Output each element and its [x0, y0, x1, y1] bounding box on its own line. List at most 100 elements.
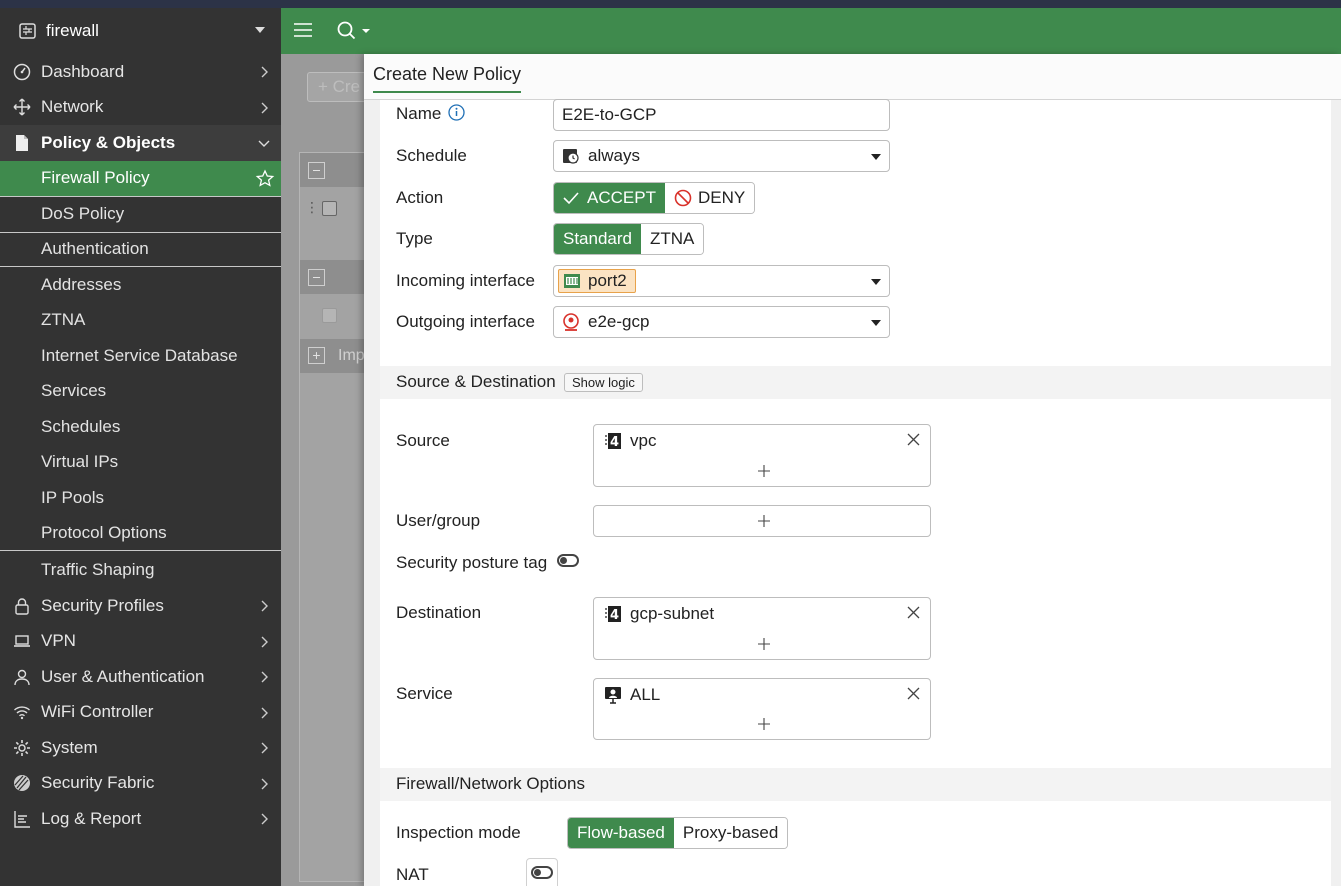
sidebar-item-system[interactable]: System — [0, 730, 281, 766]
sidebar-item-vpn[interactable]: VPN — [0, 624, 281, 660]
action-accept-label: ACCEPT — [587, 188, 656, 207]
security-posture-toggle[interactable] — [557, 554, 579, 567]
sidebar-item-label: Security Profiles — [41, 595, 164, 615]
drag-handle-icon[interactable]: ⋮ — [305, 199, 319, 216]
table-group-header[interactable] — [300, 260, 366, 294]
sidebar-item-network[interactable]: Network — [0, 90, 281, 126]
inspection-mode-label: Inspection mode — [396, 823, 521, 842]
sidebar-sub-ztna[interactable]: ZTNA — [0, 303, 281, 339]
sidebar-sub-label: DoS Policy — [41, 204, 125, 224]
sidebar-sub-protocol-options[interactable]: Protocol Options — [0, 516, 281, 551]
action-toggle-group: ACCEPT DENY — [553, 182, 756, 214]
info-icon[interactable] — [448, 104, 465, 121]
sidebar-item-dashboard[interactable]: Dashboard — [0, 54, 281, 90]
row-checkbox[interactable] — [322, 308, 337, 323]
incoming-interface-dropdown[interactable]: port2 — [553, 265, 890, 297]
row-checkbox[interactable] — [322, 201, 337, 216]
action-accept-button[interactable]: ACCEPT — [554, 183, 665, 213]
nat-toggle[interactable] — [531, 866, 553, 879]
inspection-flow-button[interactable]: Flow-based — [568, 818, 674, 848]
ipv4-address-icon: 4 — [605, 433, 621, 450]
chevron-right-icon — [261, 636, 268, 647]
check-icon — [563, 192, 579, 205]
add-icon[interactable] — [758, 515, 770, 527]
create-new-label: Cre — [332, 77, 361, 96]
chevron-right-icon — [261, 742, 268, 754]
svg-text:4: 4 — [610, 608, 619, 623]
destination-select[interactable]: 4 gcp-subnet — [593, 597, 931, 660]
schedule-value: always — [588, 146, 640, 165]
close-icon[interactable] — [907, 433, 920, 446]
source-select[interactable]: 4 vpc — [593, 424, 931, 487]
type-standard-button[interactable]: Standard — [554, 224, 641, 254]
device-name: firewall — [46, 21, 99, 40]
firewall-icon — [19, 23, 36, 39]
sidebar-sub-label: ZTNA — [41, 310, 86, 330]
schedule-dropdown[interactable]: always — [553, 140, 890, 172]
sidebar-sub-label: Addresses — [41, 274, 122, 294]
close-icon[interactable] — [907, 687, 920, 700]
usergroup-select[interactable] — [593, 505, 931, 537]
add-icon[interactable] — [758, 465, 770, 477]
sidebar-sub-services[interactable]: Services — [0, 374, 281, 410]
type-toggle-group: Standard ZTNA — [553, 223, 705, 255]
caret-down-icon[interactable] — [255, 27, 265, 33]
port-icon — [564, 274, 580, 288]
sidebar-item-wifi-controller[interactable]: WiFi Controller — [0, 695, 281, 731]
sidebar-sub-virtual-ips[interactable]: Virtual IPs — [0, 445, 281, 481]
add-icon[interactable] — [758, 718, 770, 730]
sidebar-sub-internet-service-database[interactable]: Internet Service Database — [0, 338, 281, 374]
outgoing-interface-value: e2e-gcp — [588, 312, 650, 331]
report-icon — [12, 809, 32, 829]
policy-form: Name E2E-to-GCP Schedule always Action A… — [380, 99, 1331, 886]
fabric-icon — [12, 773, 32, 793]
sidebar-sub-label: Protocol Options — [41, 522, 167, 542]
sidebar-item-label: Security Fabric — [41, 773, 155, 793]
nat-label: NAT — [396, 865, 429, 884]
action-deny-button[interactable]: DENY — [664, 183, 755, 213]
service-value: ALL — [630, 685, 661, 704]
sidebar-sub-dos-policy[interactable]: DoS Policy — [0, 196, 281, 232]
chevron-right-icon — [261, 671, 268, 683]
sidebar-sub-schedules[interactable]: Schedules — [0, 409, 281, 445]
destination-label: Destination — [396, 603, 482, 622]
sidebar-item-security-fabric[interactable]: Security Fabric — [0, 766, 281, 802]
sidebar-sub-firewall-policy[interactable]: Firewall Policy — [0, 160, 281, 196]
add-icon[interactable] — [758, 638, 770, 650]
device-selector[interactable]: firewall — [0, 8, 281, 54]
sidebar-sub-label: Schedules — [41, 416, 121, 436]
ipv4-address-icon: 4 — [605, 606, 621, 623]
inspection-proxy-button[interactable]: Proxy-based — [673, 818, 788, 848]
collapse-icon[interactable] — [308, 269, 325, 286]
name-input[interactable]: E2E-to-GCP — [553, 99, 890, 131]
show-logic-button[interactable]: Show logic — [564, 373, 643, 392]
sidebar-item-security-profiles[interactable]: Security Profiles — [0, 588, 281, 624]
star-icon[interactable] — [255, 168, 275, 189]
top-bar — [281, 8, 1341, 54]
panel-header: Create New Policy — [364, 54, 1341, 100]
sidebar-sub-addresses[interactable]: Addresses — [0, 267, 281, 303]
sidebar-item-user-authentication[interactable]: User & Authentication — [0, 659, 281, 695]
search-icon[interactable] — [336, 20, 374, 42]
sidebar-sub-traffic-shaping[interactable]: Traffic Shaping — [0, 551, 281, 588]
outgoing-interface-dropdown[interactable]: e2e-gcp — [553, 306, 890, 338]
sidebar-sub-label: Virtual IPs — [41, 452, 119, 472]
expand-icon[interactable]: + — [308, 347, 325, 364]
type-ztna-button[interactable]: ZTNA — [641, 224, 704, 254]
section-source-destination: Source & Destination Show logic — [380, 366, 1331, 399]
collapse-icon[interactable] — [308, 162, 325, 179]
schedule-label: Schedule — [396, 146, 467, 165]
table-group-header[interactable] — [300, 153, 366, 187]
sidebar-item-policy-objects[interactable]: Policy & Objects — [0, 125, 281, 161]
implicit-group-header[interactable]: + Imp — [300, 339, 366, 373]
policy-table: ⋮ + Imp — [299, 152, 366, 882]
close-icon[interactable] — [907, 606, 920, 619]
sidebar-sub-ip-pools[interactable]: IP Pools — [0, 480, 281, 516]
name-label: Name — [396, 104, 465, 124]
sidebar-sub-authentication[interactable]: Authentication — [0, 231, 281, 267]
sidebar-sub-label: Firewall Policy — [41, 168, 150, 188]
service-select[interactable]: ALL — [593, 678, 931, 740]
hamburger-menu-icon[interactable] — [294, 22, 312, 38]
sidebar-item-log-report[interactable]: Log & Report — [0, 801, 281, 837]
sidebar-item-label: User & Authentication — [41, 666, 205, 686]
